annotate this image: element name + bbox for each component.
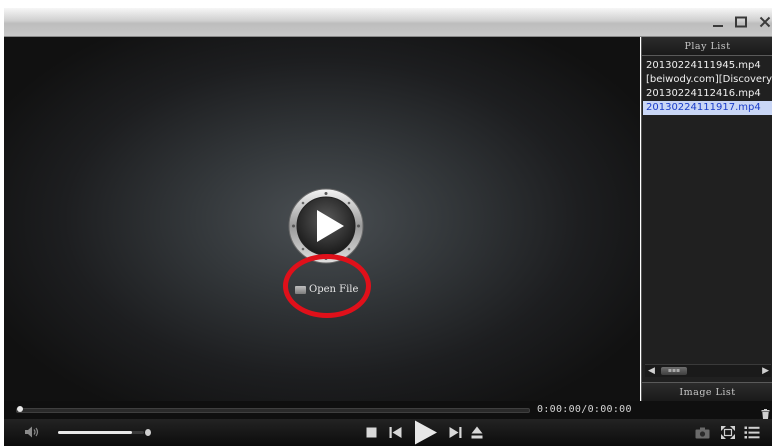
scroll-thumb[interactable]: ▪▪▪ <box>661 367 687 375</box>
open-file-label: Open File <box>309 284 359 295</box>
list-item[interactable]: 20130224111945.mp4 <box>643 59 772 73</box>
close-button[interactable] <box>753 10 772 34</box>
list-item[interactable]: 20130224112416.mp4 <box>643 87 772 101</box>
media-player-window: Open File Play List 20130224111945.mp4 [… <box>0 0 772 446</box>
scroll-left-icon[interactable]: ◀ <box>648 366 655 376</box>
next-button[interactable] <box>449 426 462 439</box>
scroll-right-icon[interactable]: ▶ <box>762 366 769 376</box>
play-circle-icon <box>288 188 364 264</box>
previous-icon <box>389 427 402 438</box>
playlist-header: Play List <box>642 37 772 56</box>
play-button[interactable] <box>288 188 364 264</box>
playlist-items: 20130224111945.mp4 [beiwody.com][Discove… <box>643 59 772 115</box>
eject-icon <box>471 426 483 439</box>
image-list-tab[interactable]: Image List <box>642 382 772 401</box>
volume-slider[interactable] <box>58 431 144 434</box>
close-icon <box>759 16 771 28</box>
fullscreen-icon <box>721 426 735 439</box>
playlist-toggle-button[interactable] <box>744 425 760 440</box>
play-button[interactable] <box>414 420 438 445</box>
seek-bar-row: 0:00:00/0:00:00 <box>4 401 772 419</box>
minimize-button[interactable] <box>706 10 730 34</box>
seek-bar[interactable] <box>16 408 530 413</box>
stop-icon <box>366 427 377 438</box>
play-icon <box>415 420 437 445</box>
playlist-scrollbar[interactable]: ◀ ▪▪▪ ▶ <box>645 364 771 377</box>
fullscreen-button[interactable] <box>720 425 736 440</box>
volume-icon[interactable] <box>24 425 40 439</box>
video-area[interactable]: Open File <box>4 37 640 401</box>
minimize-icon <box>713 25 723 27</box>
seek-handle[interactable] <box>17 406 23 412</box>
volume-level <box>58 431 132 434</box>
maximize-icon <box>735 16 747 28</box>
eject-button[interactable] <box>471 426 483 439</box>
title-bar[interactable] <box>4 8 772 37</box>
snapshot-button[interactable] <box>695 427 710 439</box>
time-display: 0:00:00/0:00:00 <box>537 404 632 415</box>
maximize-button[interactable] <box>729 10 753 34</box>
snapshot-icon <box>695 427 710 439</box>
volume-knob[interactable] <box>145 429 151 436</box>
next-icon <box>449 427 462 438</box>
previous-button[interactable] <box>389 426 402 439</box>
playlist-icon <box>744 426 760 439</box>
folder-icon <box>295 285 306 294</box>
list-item[interactable]: [beiwody.com][Discovery] <box>643 73 772 87</box>
playlist-panel: Play List 20130224111945.mp4 [beiwody.co… <box>641 37 772 401</box>
stop-button[interactable] <box>366 427 377 438</box>
list-item-selected[interactable]: 20130224111917.mp4 <box>643 101 772 115</box>
control-bar <box>4 419 772 446</box>
open-file-button[interactable]: Open File <box>295 284 358 295</box>
